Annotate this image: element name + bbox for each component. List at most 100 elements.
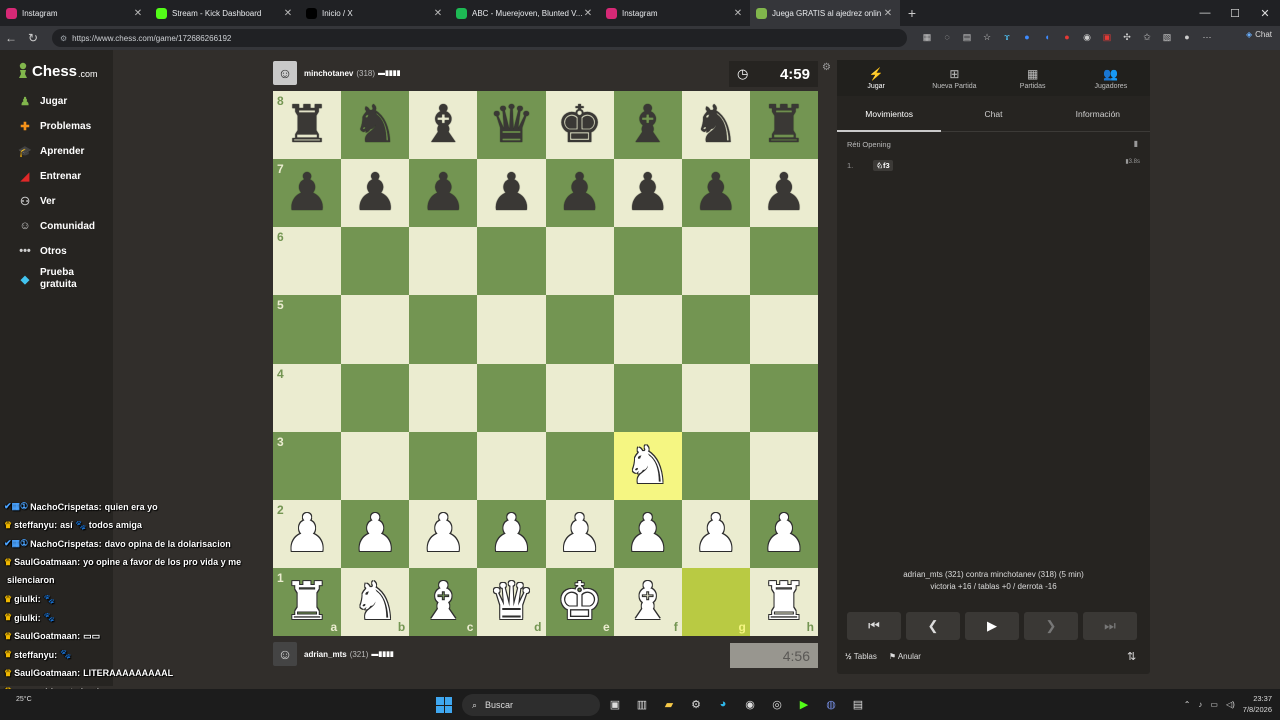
audio-extension-icon[interactable]: ◖ [1040, 30, 1054, 44]
black-knight-icon[interactable]: ♞ [693, 99, 740, 151]
sidebar-item-entrenar[interactable]: ◢ Entrenar [17, 169, 81, 183]
close-tab-icon[interactable]: ✕ [732, 8, 744, 19]
sidebar-item-aprender[interactable]: 🎓 Aprender [17, 144, 84, 158]
square-e7[interactable]: ♟ [545, 159, 614, 228]
black-rook-icon[interactable]: ♜ [761, 99, 808, 151]
black-pawn-icon[interactable]: ♟ [284, 167, 331, 219]
settings-app-icon[interactable]: ⚙ [687, 695, 705, 713]
browser-tab[interactable]: Juega GRATIS al ajedrez onlin... ✕ [750, 0, 900, 26]
square-g4[interactable] [681, 363, 750, 432]
board-settings-gear-icon[interactable]: ⚙ [822, 62, 831, 73]
star-icon[interactable]: ☆ [980, 30, 994, 44]
square-e2[interactable]: ♟ [545, 499, 614, 568]
profile-icon[interactable]: ● [1180, 30, 1194, 44]
square-c5[interactable] [409, 295, 478, 364]
square-c1[interactable]: c ♝ [409, 567, 478, 636]
translate-extension-icon[interactable]: ɤ [1000, 30, 1014, 44]
square-h7[interactable]: ♟ [749, 159, 818, 228]
square-f1[interactable]: f ♝ [613, 567, 682, 636]
grid-icon[interactable]: ▦ [920, 30, 934, 44]
square-a7[interactable]: 7 ♟ [273, 159, 342, 228]
maximize-icon[interactable]: ☐ [1220, 0, 1250, 26]
white-pawn-icon[interactable]: ♟ [624, 508, 671, 560]
eye-off-icon[interactable]: ◌ [940, 30, 954, 44]
black-pawn-icon[interactable]: ♟ [693, 167, 740, 219]
black-knight-icon[interactable]: ♞ [352, 99, 399, 151]
store-icon[interactable]: ▥ [633, 695, 651, 713]
chevron-up-icon[interactable]: ⌃ [1184, 700, 1191, 709]
sidebar-item-ver[interactable]: ⚇ Ver [17, 194, 56, 208]
sidebar-item-comunidad[interactable]: ☺ Comunidad [17, 219, 95, 233]
opening-name[interactable]: Réti Opening [847, 140, 891, 149]
square-g7[interactable]: ♟ [681, 159, 750, 228]
square-f2[interactable]: ♟ [613, 499, 682, 568]
square-b3[interactable] [341, 431, 410, 500]
avatar[interactable]: ☺ [273, 642, 297, 666]
square-d3[interactable] [477, 431, 546, 500]
white-knight-icon[interactable]: ♞ [352, 576, 399, 628]
avatar[interactable]: ☺ [273, 61, 297, 85]
new-tab-button[interactable]: + [900, 5, 924, 21]
subtab-chat[interactable]: Chat [941, 96, 1045, 131]
square-a8[interactable]: 8 ♜ [273, 91, 342, 160]
browser-tab[interactable]: Instagram ✕ [0, 0, 150, 26]
windows-start-icon[interactable] [436, 697, 452, 713]
subtab-información[interactable]: Información [1046, 96, 1150, 131]
white-pawn-icon[interactable]: ♟ [693, 508, 740, 560]
square-f4[interactable] [613, 363, 682, 432]
puzzle-extensions-icon[interactable]: ✣ [1120, 30, 1134, 44]
kick-app-icon[interactable]: ▶ [795, 695, 813, 713]
file-explorer-icon[interactable]: ▰ [660, 695, 678, 713]
black-rook-icon[interactable]: ♜ [284, 99, 331, 151]
square-f5[interactable] [613, 295, 682, 364]
draw-button[interactable]: ½ Tablas [845, 652, 877, 661]
square-d8[interactable]: ♛ [477, 91, 546, 160]
sidebar-item-otros[interactable]: ••• Otros [17, 244, 66, 258]
square-a4[interactable]: 4 [273, 363, 342, 432]
square-b8[interactable]: ♞ [341, 91, 410, 160]
square-c8[interactable]: ♝ [409, 91, 478, 160]
epic-games-icon[interactable]: ▤ [849, 695, 867, 713]
bottom-player-name[interactable]: adrian_mts [304, 650, 347, 659]
square-c2[interactable]: ♟ [409, 499, 478, 568]
black-pawn-icon[interactable]: ♟ [624, 167, 671, 219]
white-pawn-icon[interactable]: ♟ [284, 508, 331, 560]
black-king-icon[interactable]: ♚ [556, 99, 603, 151]
square-h4[interactable] [749, 363, 818, 432]
sidebar-item-prueba-gratuita[interactable]: ◆ Prueba gratuita [17, 267, 85, 291]
last-move-button[interactable]: ⏭ [1083, 612, 1137, 640]
reader-icon[interactable]: ▤ [960, 30, 974, 44]
white-queen-icon[interactable]: ♛ [488, 576, 535, 628]
edge-icon[interactable]: ◕ [714, 695, 732, 713]
black-pawn-icon[interactable]: ♟ [761, 167, 808, 219]
abort-button[interactable]: ⚑ Anular [889, 652, 921, 661]
square-c6[interactable] [409, 227, 478, 296]
copilot-chat-button[interactable]: ◈ Chat [1246, 30, 1272, 39]
black-pawn-icon[interactable]: ♟ [488, 167, 535, 219]
favorites-icon[interactable]: ✩ [1140, 30, 1154, 44]
sidebar-item-jugar[interactable]: ♟ Jugar [17, 94, 67, 108]
task-view-icon[interactable]: ▣ [606, 695, 624, 713]
white-pawn-icon[interactable]: ♟ [488, 508, 535, 560]
browser-tab[interactable]: Stream - Kick Dashboard ✕ [150, 0, 300, 26]
black-queen-icon[interactable]: ♛ [488, 99, 535, 151]
square-a5[interactable]: 5 [273, 295, 342, 364]
square-b7[interactable]: ♟ [341, 159, 410, 228]
close-icon[interactable]: ✕ [1250, 0, 1280, 26]
address-bar[interactable]: ⚙ https://www.chess.com/game/17268626619… [52, 29, 907, 47]
panel-tab-nueva-partida[interactable]: ⊞ Nueva Partida [915, 60, 993, 96]
move-white[interactable]: ♘f3 [873, 160, 893, 171]
square-h6[interactable] [749, 227, 818, 296]
white-pawn-icon[interactable]: ♟ [420, 508, 467, 560]
square-d4[interactable] [477, 363, 546, 432]
close-tab-icon[interactable]: ✕ [282, 8, 294, 19]
black-bishop-icon[interactable]: ♝ [420, 99, 467, 151]
square-h1[interactable]: h ♜ [749, 567, 818, 636]
square-e1[interactable]: e ♚ [545, 567, 614, 636]
first-move-button[interactable]: ⏮ [847, 612, 901, 640]
white-rook-icon[interactable]: ♜ [284, 576, 331, 628]
square-g6[interactable] [681, 227, 750, 296]
square-f8[interactable]: ♝ [613, 91, 682, 160]
square-e4[interactable] [545, 363, 614, 432]
square-b6[interactable] [341, 227, 410, 296]
